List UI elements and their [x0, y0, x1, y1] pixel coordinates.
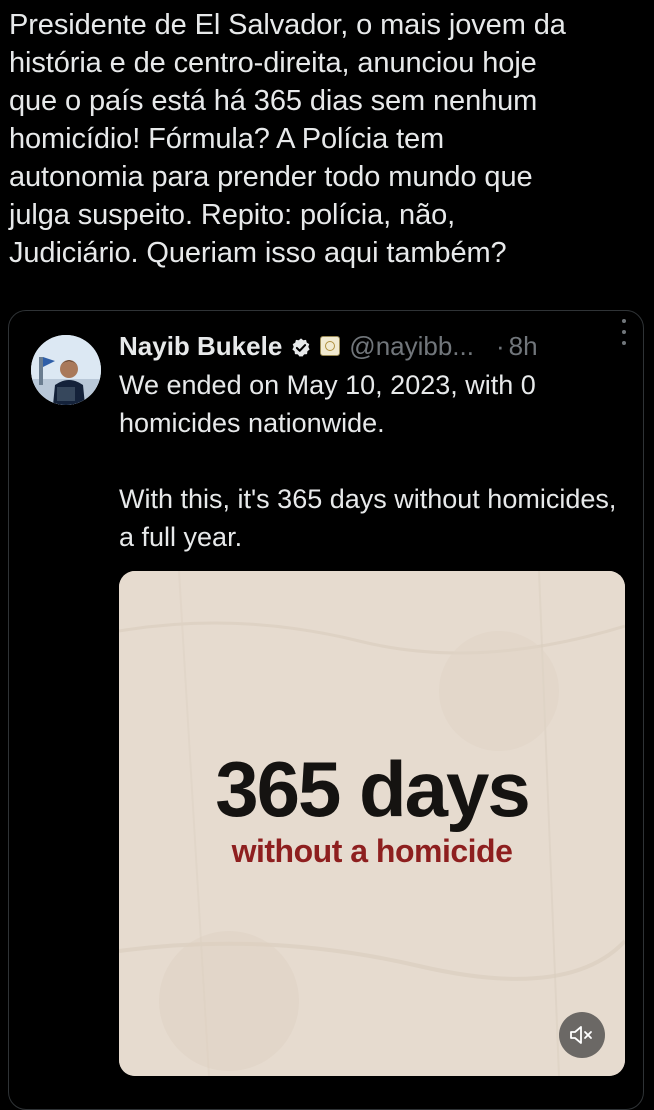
- media-subheadline: without a homicide: [231, 833, 513, 869]
- volume-muted-icon[interactable]: [559, 1012, 605, 1058]
- quoted-tweet-body: We ended on May 10, 2023, with 0 homicid…: [119, 366, 629, 556]
- quoted-tweet-header: Nayib Bukele @nayibb... · 8h: [119, 329, 639, 363]
- tweet-timestamp[interactable]: 8h: [509, 331, 538, 362]
- tweet-paragraph: With this, it's 365 days without homicid…: [119, 484, 617, 552]
- media-video[interactable]: 365 days without a homicide: [119, 571, 625, 1076]
- post-text: Presidente de El Salvador, o mais jovem …: [9, 9, 566, 269]
- media-headline: 365 days: [215, 745, 531, 833]
- more-options-icon[interactable]: [619, 319, 629, 345]
- author-handle[interactable]: @nayibb...: [349, 331, 474, 362]
- verified-badge-icon: [290, 335, 312, 357]
- tweet-paragraph: We ended on May 10, 2023, with 0 homicid…: [119, 370, 536, 438]
- government-seal-icon: [320, 336, 341, 356]
- separator-dot: ·: [495, 330, 505, 361]
- author-name[interactable]: Nayib Bukele: [119, 331, 282, 362]
- avatar[interactable]: [31, 335, 101, 405]
- quoted-tweet-card[interactable]: Nayib Bukele @nayibb... · 8h We ended on…: [8, 310, 644, 1110]
